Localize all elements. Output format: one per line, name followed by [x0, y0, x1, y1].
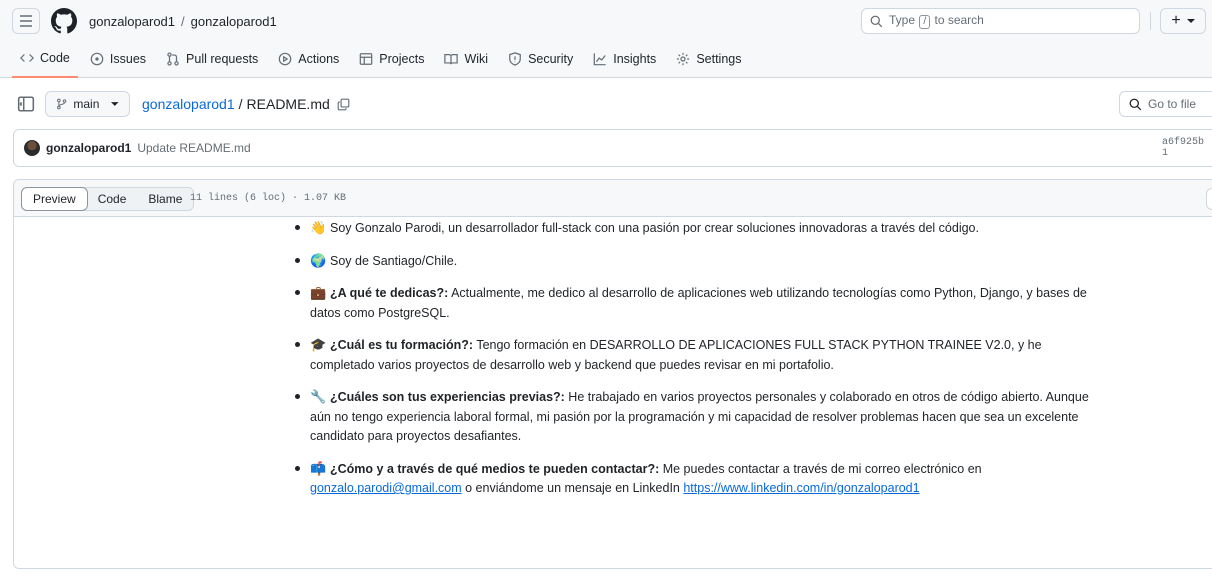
plus-icon: +: [1171, 12, 1181, 29]
chevron-down-icon: [1186, 19, 1195, 23]
tab-insights[interactable]: Insights: [585, 44, 664, 74]
wrench-emoji-icon: 🔧: [310, 389, 327, 404]
list-item: 👋 Soy Gonzalo Parodi, un desarrollador fu…: [295, 218, 1095, 239]
search-placeholder: Type / to search: [889, 13, 984, 29]
breadcrumb-separator: /: [181, 14, 185, 29]
app-header: gonzaloparod1 / gonzaloparod1 Type / to …: [0, 0, 1212, 78]
view-mode-switch: Preview Code Blame: [21, 187, 195, 211]
graduation-cap-emoji-icon: 🎓: [310, 337, 327, 352]
avatar[interactable]: [24, 140, 40, 156]
list-item: 💼 ¿A qué te dedicas?: Actualmente, me ded…: [295, 283, 1095, 323]
wave-emoji-icon: 👋: [310, 220, 327, 235]
branch-icon: [57, 98, 67, 110]
chevron-down-icon: [111, 102, 119, 106]
file-viewer: Preview Code Blame 11 lines (6 loc) · 1.…: [13, 179, 1212, 569]
code-icon: [20, 54, 34, 62]
briefcase-emoji-icon: 💼: [310, 285, 327, 300]
list-item: 📫 ¿Cómo y a través de qué medios te puede…: [295, 459, 1095, 499]
book-icon: [444, 54, 459, 65]
globe-emoji-icon: 🌍: [310, 252, 327, 268]
commit-hash[interactable]: a6f925b · 1: [1162, 137, 1212, 159]
table-icon: [359, 53, 373, 65]
file-name: README.md: [246, 96, 330, 112]
go-to-file-placeholder: Go to file: [1148, 97, 1197, 111]
mailbox-emoji-icon: 📫: [310, 460, 327, 476]
tab-blame[interactable]: Blame: [137, 188, 193, 210]
gear-icon: [677, 52, 690, 66]
github-logo-icon[interactable]: [51, 8, 77, 34]
go-to-file-input[interactable]: Go to file: [1119, 91, 1212, 117]
readme-list: 👋 Soy Gonzalo Parodi, un desarrollador fu…: [295, 218, 1095, 499]
search-shortcut-key: /: [919, 15, 931, 29]
linkedin-link[interactable]: https://www.linkedin.com/in/gonzaloparod…: [683, 481, 919, 495]
breadcrumb: gonzaloparod1 / gonzaloparod1: [89, 14, 277, 29]
commit-message[interactable]: Update README.md: [137, 141, 250, 155]
search-input[interactable]: Type / to search: [861, 8, 1140, 34]
pull-request-icon: [167, 52, 179, 66]
tab-security[interactable]: Security: [500, 44, 581, 74]
branch-selector[interactable]: main: [45, 91, 130, 117]
issue-icon: [90, 52, 104, 66]
email-link[interactable]: gonzalo.parodi@gmail.com: [310, 481, 462, 495]
tab-pull-requests[interactable]: Pull requests: [158, 44, 266, 74]
repo-nav: Code Issues Pull requests Actions Projec…: [12, 44, 753, 78]
play-icon: [278, 52, 292, 66]
hamburger-icon: [20, 15, 32, 27]
header-divider: [1150, 12, 1151, 30]
tab-settings[interactable]: Settings: [668, 44, 749, 74]
shield-icon: [509, 52, 521, 66]
branch-name: main: [73, 97, 100, 111]
owner-link[interactable]: gonzaloparod1: [89, 14, 175, 29]
tab-actions[interactable]: Actions: [270, 44, 347, 74]
tab-projects[interactable]: Projects: [351, 44, 432, 74]
list-item: 🎓 ¿Cuál es tu formación?: Tengo formación…: [295, 335, 1095, 375]
create-new-button[interactable]: +: [1160, 8, 1206, 34]
latest-commit-bar: gonzaloparod1 Update README.md a6f925b ·…: [13, 129, 1212, 167]
file-meta: 11 lines (6 loc) · 1.07 KB: [190, 193, 347, 204]
tab-preview[interactable]: Preview: [21, 187, 88, 211]
readme-content: 👋 Soy Gonzalo Parodi, un desarrollador fu…: [295, 218, 1095, 511]
list-item: 🌍 Soy de Santiago/Chile.: [295, 251, 1095, 272]
commit-author[interactable]: gonzaloparod1: [46, 141, 131, 155]
file-toolbar: Preview Code Blame 11 lines (6 loc) · 1.…: [14, 180, 1212, 217]
tab-issues[interactable]: Issues: [82, 44, 154, 74]
graph-icon: [593, 53, 606, 66]
repo-path-link[interactable]: gonzaloparod1: [142, 96, 235, 112]
repo-link[interactable]: gonzaloparod1: [191, 14, 277, 29]
path-separator: /: [238, 96, 243, 112]
file-path: gonzaloparod1 / README.md: [142, 96, 350, 112]
tab-wiki[interactable]: Wiki: [436, 44, 496, 74]
list-item: 🔧 ¿Cuáles son tus experiencias previas?: …: [295, 387, 1095, 447]
tab-code-view[interactable]: Code: [87, 188, 138, 210]
raw-button[interactable]: [1206, 188, 1212, 210]
sidebar-toggle-icon[interactable]: [17, 95, 35, 113]
menu-button[interactable]: [12, 8, 40, 34]
search-icon: [1129, 98, 1142, 110]
tab-code[interactable]: Code: [12, 44, 78, 78]
copy-icon[interactable]: [337, 98, 350, 111]
search-icon: [870, 15, 883, 27]
